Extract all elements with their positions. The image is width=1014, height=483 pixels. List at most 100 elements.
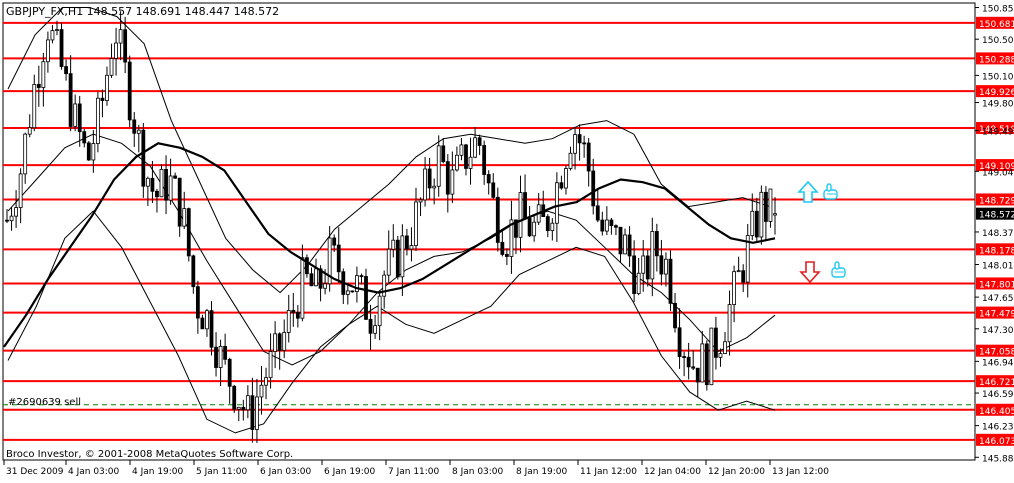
candle-bull bbox=[400, 235, 405, 278]
candle-bear bbox=[686, 356, 691, 368]
candle-bull bbox=[473, 137, 477, 158]
candle-bear bbox=[500, 241, 505, 255]
candle-bear bbox=[591, 170, 596, 207]
candle-bull bbox=[450, 169, 455, 195]
candle-bear bbox=[36, 84, 41, 88]
candle-bull bbox=[168, 175, 173, 201]
candle-bear bbox=[309, 273, 314, 287]
level-label: 146.721 bbox=[979, 378, 1014, 388]
candle-bull bbox=[377, 295, 382, 327]
candle-bear bbox=[223, 345, 228, 360]
price-chart[interactable]: 150.681150.288149.926149.519149.109148.7… bbox=[0, 0, 1014, 479]
candle-bear bbox=[277, 333, 282, 351]
x-tick-label: 8 Jan 03:00 bbox=[452, 467, 504, 477]
candle-bear bbox=[336, 244, 341, 273]
candle-bull bbox=[300, 257, 305, 319]
candle-bear bbox=[504, 254, 509, 257]
candle-bull bbox=[95, 97, 100, 144]
candle-bull bbox=[323, 283, 328, 289]
candle-bear bbox=[523, 192, 527, 219]
candle-bear bbox=[77, 103, 82, 133]
candle-bear bbox=[477, 137, 482, 146]
candle-bull bbox=[532, 221, 537, 237]
candle-bull bbox=[573, 134, 577, 154]
level-label: 146.073 bbox=[979, 437, 1014, 447]
candle-bull bbox=[568, 152, 573, 169]
candle-bear bbox=[441, 145, 446, 163]
candle-bull bbox=[286, 310, 291, 333]
candle-bear bbox=[491, 182, 496, 198]
order-label: #2690639 sell bbox=[8, 397, 81, 408]
candle-bear bbox=[214, 346, 218, 368]
x-tick-label: 4 Jan 19:00 bbox=[132, 467, 184, 477]
candle-bear bbox=[427, 168, 432, 189]
candle-bear bbox=[486, 174, 491, 184]
candle-bull bbox=[264, 377, 268, 386]
candle-bear bbox=[654, 231, 659, 257]
candle-bear bbox=[164, 168, 168, 201]
candle-bear bbox=[600, 219, 605, 232]
candle-bull bbox=[623, 234, 627, 255]
y-tick-label: 149.800 bbox=[982, 100, 1014, 110]
candle-bear bbox=[495, 196, 500, 243]
candle-bull bbox=[205, 310, 209, 330]
candle-bull bbox=[18, 173, 23, 208]
candle-bull bbox=[218, 345, 223, 368]
level-label: 148.729 bbox=[979, 196, 1014, 206]
candle-bear bbox=[59, 29, 64, 67]
candle-bull bbox=[554, 182, 559, 224]
candle-bull bbox=[759, 191, 764, 238]
candle-bear bbox=[209, 310, 214, 348]
candle-bear bbox=[100, 97, 105, 101]
candle-bear bbox=[86, 142, 91, 161]
candle-bear bbox=[250, 395, 255, 430]
candle-bull bbox=[259, 384, 264, 398]
candle-bull bbox=[386, 248, 391, 276]
x-tick-label: 11 Jan 12:00 bbox=[580, 467, 637, 477]
candle-bull bbox=[236, 406, 241, 410]
candle-bear bbox=[291, 310, 296, 313]
candle-bear bbox=[677, 327, 682, 357]
candle-bear bbox=[123, 29, 128, 63]
candle-bull bbox=[9, 215, 14, 222]
y-tick-label: 147.650 bbox=[982, 294, 1014, 304]
level-label: 147.801 bbox=[979, 280, 1014, 290]
chart-header: GBPJPY_FX,H1 148.557 148.691 148.447 148… bbox=[6, 5, 279, 18]
candle-bull bbox=[50, 30, 55, 41]
candle-bear bbox=[632, 255, 637, 294]
y-tick-label: 150.100 bbox=[982, 72, 1014, 82]
candle-bull bbox=[314, 268, 318, 287]
x-tick-label: 5 Jan 11:00 bbox=[196, 467, 248, 477]
candle-bear bbox=[645, 255, 650, 280]
candle-bear bbox=[595, 205, 600, 221]
candle-bear bbox=[695, 367, 700, 383]
candle-bull bbox=[700, 343, 705, 383]
candle-bear bbox=[673, 302, 677, 329]
hand-finger bbox=[834, 261, 840, 270]
level-label: 147.058 bbox=[979, 348, 1014, 358]
candle-bear bbox=[691, 366, 696, 369]
candle-bull bbox=[114, 42, 118, 59]
y-tick-label: 150.850 bbox=[982, 5, 1014, 15]
candle-bull bbox=[118, 29, 123, 44]
candle-bear bbox=[395, 239, 400, 278]
candle-bull bbox=[650, 231, 655, 280]
candle-bull bbox=[641, 255, 646, 274]
y-tick-label: 147.300 bbox=[982, 326, 1014, 336]
candle-bear bbox=[191, 255, 196, 288]
candle-bear bbox=[368, 318, 373, 334]
y-tick-label: 149.490 bbox=[982, 128, 1014, 138]
candle-bull bbox=[418, 199, 423, 203]
candle-bear bbox=[714, 327, 718, 358]
candle-bull bbox=[391, 239, 396, 250]
candle-bear bbox=[527, 217, 532, 237]
candle-bull bbox=[432, 185, 437, 189]
candle-bear bbox=[64, 66, 68, 75]
x-tick-label: 12 Jan 20:00 bbox=[708, 467, 765, 477]
candle-bear bbox=[332, 237, 337, 246]
candle-bull bbox=[768, 188, 773, 222]
candle-bull bbox=[105, 74, 109, 101]
candle-bull bbox=[604, 219, 609, 232]
x-tick-label: 8 Jan 19:00 bbox=[516, 467, 568, 477]
candle-bear bbox=[482, 145, 487, 175]
